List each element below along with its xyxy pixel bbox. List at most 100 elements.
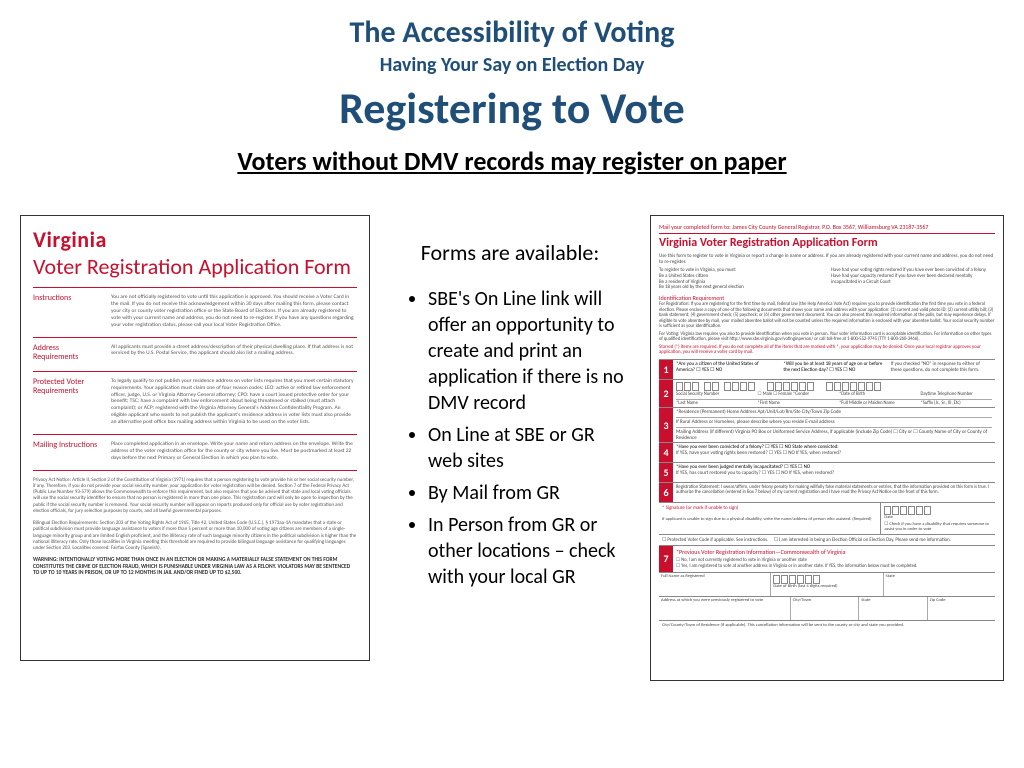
row-3-body: *Residence (Permanent) Home Address Apt/… [673,408,995,442]
bullet-1: SBE's On Line link will offer an opportu… [428,286,626,416]
lbl-dob: *Date of Birth [839,392,911,398]
badge-4: 4 [659,443,673,462]
registration-statement: Registration Statement: I swear/affirm, … [673,483,995,502]
badge-5: 5 [659,463,673,482]
bullet-4: In Person from GR or other locations – c… [428,512,626,590]
bilingual-notice: Bilingual Election Requirements: Section… [33,520,357,551]
label-protected: Protected Voter Requirements [33,378,103,426]
forms-available-list: SBE's On Line link will offer an opportu… [394,286,626,590]
row-5: 5 *Have you ever been judged mentally in… [659,462,995,482]
badge-6: 6 [659,483,673,502]
bullet-3: By Mail from GR [428,480,626,506]
section-mailing: Mailing Instructions Place completed app… [33,441,357,462]
badge-3: 3 [659,408,673,442]
body-protected: To legally qualify to not publish your r… [111,378,357,426]
sig-label-text: * Signature (or mark if unable to sign) [662,505,738,511]
divider [33,337,357,338]
form-title-right: Virginia Voter Registration Application … [659,236,995,250]
row-1: 1 *Are you a citizen of the United State… [659,359,995,379]
lbl-middle: *Full Middle or Maiden Name [839,401,911,407]
row2b-sublabels: *Last Name *First Name *Full Middle or M… [676,399,992,407]
title-line-3: Registering to Vote [20,81,1004,135]
lbl-phone: Daytime Telephone Number [921,392,993,398]
privacy-notice: Privacy Act Notice: Article II, Section … [33,477,357,515]
pf2-addr: Address at which you were previously reg… [659,597,791,620]
form-thumbnail-instructions: Virginia Voter Registration Application … [20,215,370,661]
pf-name: Full Name as Registered [659,573,771,596]
q1b: *Will you be at least 18 years of age on… [783,361,884,373]
r3c: Mailing Address (if different) Virginia … [676,427,992,441]
signature-label: * Signature (or mark if unable to sign) … [659,503,880,534]
bullet-2: On Line at SBE or GR web sites [428,422,626,474]
badge-1: 1 [659,360,673,379]
q1c: If you checked "NO" in response to eithe… [891,361,992,373]
row-4: 4 *Have you ever been convicted of a fel… [659,442,995,462]
elig-a4: Be 18 years old by the next general elec… [659,284,744,290]
id-requirement-head: Identification Requirement [659,294,995,302]
elig-b2: Have had your capacity restored if you h… [831,273,972,285]
sig-date-label: Date [884,515,992,520]
lbl-gender: ☐ Male ☐ Female *Gender [758,392,830,398]
forms-available-heading: Forms are available: [394,239,626,266]
form-state: Virginia [33,226,357,253]
foot-note: City/County/Town of Residence (if applic… [659,620,995,630]
row-6: 6 Registration Statement: I swear/affirm… [659,482,995,502]
divider [33,287,357,288]
id-requirement-body-2: For Voting: Virginia law requires you al… [659,332,995,343]
pv-official: ☐ I am interested in being an Election O… [774,537,951,543]
form-thumbnail-application: Mail your completed form to: James City … [650,215,1004,681]
slide: The Accessibility of Voting Having Your … [0,0,1024,768]
row2-sublabels: Social Security Number ☐ Male ☐ Female *… [676,392,992,398]
row-5-body: *Have you ever been judged mentally inca… [673,463,995,482]
q1a: *Are you a citizen of the United States … [676,361,777,373]
pv-code: ☐ Protected Voter Code if applicable. Se… [662,537,768,543]
pf-dob-label: Date of Birth (last 4 digits required) [773,584,837,589]
sig-disability-check: ☐ Check if you have a disability that re… [884,522,992,532]
row-4-body: *Have you ever been convicted of a felon… [673,443,995,462]
section-instructions: Instructions You are not officially regi… [33,294,357,328]
content-row: Virginia Voter Registration Application … [20,215,1004,681]
q5b: If YES, has court restored you to capaci… [676,470,992,476]
row-7-body: *Previous Voter Registration Information… [673,546,995,572]
row-2: 2 Social Security Number ☐ Male ☐ Female… [659,379,995,407]
prev-fields-2: Address at which you were previously reg… [659,596,995,620]
signature-row: * Signature (or mark if unable to sign) … [659,502,995,534]
prev-fields-1: Full Name as Registered Date of Birth (l… [659,572,995,596]
label-instructions: Instructions [33,294,103,328]
label-address: Address Requirements [33,344,103,363]
sig-assist: If applicant is unable to sign due to a … [662,517,877,522]
elig-col-b: Have had your voting rights restored if … [831,268,995,291]
r3a: *Residence (Permanent) Home Address Apt/… [676,409,992,415]
q4b: If YES, have your voting rights been res… [676,450,992,456]
label-mailing: Mailing Instructions [33,441,103,462]
badge-7: 7 [659,546,673,572]
form-intro: Use this form to register to vote in Vir… [659,253,995,265]
row-3: 3 *Residence (Permanent) Home Address Ap… [659,407,995,442]
eligibility-columns: To register to vote in Virginia, you mus… [659,268,995,291]
ssn-boxes [676,382,992,391]
middle-column: Forms are available: SBE's On Line link … [386,215,634,596]
row-1-body: *Are you a citizen of the United States … [673,360,995,379]
pf2-state: State [859,597,927,620]
lbl-last: *Last Name [676,401,748,407]
prev-head: *Previous Voter Registration Information… [673,546,995,558]
body-address: All applicants must provide a street add… [111,344,357,363]
id-requirement-body-1: For Registration: If you are registering… [659,302,995,330]
pf2-city: City/Town [791,597,859,620]
lbl-suffix: *Suffix (Jr., Sr., III, Etc) [921,401,993,407]
divider [33,470,357,471]
protected-official-row: ☐ Protected Voter Code if applicable. Se… [659,534,995,545]
title-line-1: The Accessibility of Voting [20,14,1004,51]
r3b: If Rural Address or Homeless, please des… [676,417,992,425]
badge-2: 2 [659,380,673,407]
prev-b: ☐ Yes, I am registered to vote at anothe… [676,564,992,570]
prev-body: ☐ No, I am not currently registered to v… [673,558,995,572]
mail-to-bar: Mail your completed form to: James City … [659,222,995,234]
body-mailing: Place completed application in an envelo… [111,441,357,462]
body-instructions: You are not officially registered to vot… [111,294,357,328]
title-line-2: Having Your Say on Election Day [20,53,1004,77]
divider [33,434,357,435]
divider [33,371,357,372]
section-address: Address Requirements All applicants must… [33,344,357,363]
row-7: 7 *Previous Voter Registration Informati… [659,545,995,572]
